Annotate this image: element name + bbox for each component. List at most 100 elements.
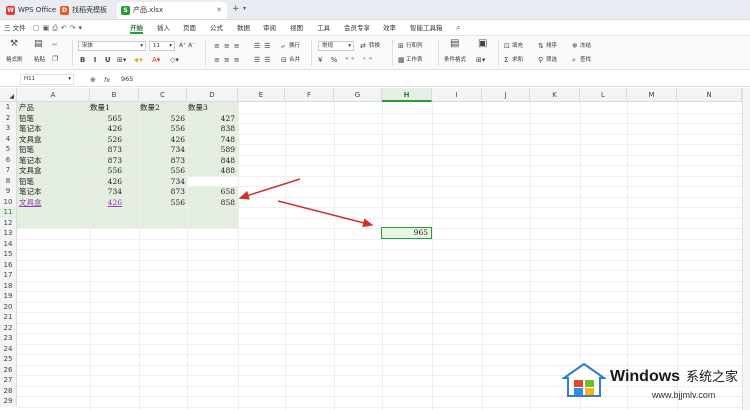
fill-label[interactable]: 填充 [512,42,523,50]
row-col-icon[interactable]: ⊞ [398,42,404,50]
menu-member[interactable]: 会员专享 [344,22,370,34]
template-icon: D [60,6,69,15]
find-icon[interactable]: ⌕ [572,56,576,64]
fill-icon[interactable]: ⊡ [504,42,510,50]
title-tab-bar: W WPS Office D 找稻壳模板 S 产品.xlsx ✕ + ▾ [0,0,750,20]
zoom-search-icon[interactable]: ⊕ [90,76,96,84]
ribbon-divider [311,40,312,66]
merge-label[interactable]: 合并 [289,56,300,64]
arrow-to-empty-cell [238,178,301,200]
align-top-icons[interactable]: ≡≡≡ [214,42,244,50]
brush-icon[interactable]: ⚒ [10,40,18,49]
sort-label[interactable]: 排序 [546,42,557,50]
chevron-down-icon: ▾ [140,43,143,49]
number-style-icons[interactable]: ¥ % ⁰⁰ ⁺⁰ [318,56,375,64]
close-tab-icon[interactable]: ✕ [216,2,222,19]
menu-smart-toolbox[interactable]: 智能工具箱 [410,22,443,34]
name-box[interactable]: H11 ▾ [20,74,74,85]
menu-insert[interactable]: 插入 [157,22,170,34]
ribbon-divider [498,40,499,66]
wrap-label[interactable]: 换行 [289,42,300,50]
watermark-cn: 系统之家 [686,370,739,385]
font-name-value: 宋体 [82,43,94,49]
quick-access-icons[interactable]: ▢▣⎙↶↷▾ [33,23,85,33]
number-format-value: 常规 [322,43,334,49]
menu-review[interactable]: 审阅 [263,22,276,34]
ribbon-divider [392,40,393,66]
menu-efficiency[interactable]: 效率 [383,22,396,34]
font-name-select[interactable]: 宋体 ▾ [78,41,146,51]
menu-home[interactable]: 开始 [130,22,143,34]
filter-label[interactable]: 筛选 [546,56,557,64]
worksheet-icon[interactable]: ▦ [398,56,405,64]
watermark-brand: Windows [610,368,681,385]
tab-list-chevron-icon[interactable]: ▾ [243,5,246,13]
fx-icon[interactable]: fx [104,76,110,84]
format-painter-label[interactable]: 格式刷 [6,56,23,64]
chevron-down-icon: ▾ [68,76,71,82]
worksheet-label[interactable]: 工作表 [406,56,423,64]
paste-icon[interactable]: ▤ [34,40,43,49]
table-style-icon[interactable]: ⊞▾ [476,56,485,64]
freeze-label[interactable]: 冻结 [580,42,591,50]
menu-tools[interactable]: 工具 [317,22,330,34]
ribbon-divider [438,40,439,66]
ribbon-divider [72,40,73,66]
merge-icon[interactable]: ⊟ [281,56,287,64]
row-col-label[interactable]: 行和列 [406,42,423,50]
conditional-format-icon[interactable]: ▤ [450,39,459,49]
wps-logo-icon: W [6,6,15,15]
clear-format-icon[interactable]: ◇▾ [170,56,179,64]
windows-house-logo-icon [562,362,606,397]
cell-style-icon[interactable]: ▣ [478,39,487,49]
convert-label[interactable]: 转换 [369,42,380,50]
tab-templates[interactable]: D 找稻壳模板 [56,2,114,19]
indent-icons[interactable]: ☰☰ [254,42,275,50]
paste-label[interactable]: 粘贴 [34,56,45,64]
ribbon: ⚒ 格式刷 ▤ 粘贴 ✂ ❐ 宋体 ▾ 11 ▾ A⁺ A⁻ B I U ⊞▾ … [0,36,750,70]
number-format-select[interactable]: 常规 ▾ [318,41,354,51]
watermark: Windows 系统之家 www.bjjmlv.com [560,360,750,410]
new-tab-icon[interactable]: + [232,4,240,14]
tab-wps-office[interactable]: W WPS Office [2,2,57,19]
tab-active-file[interactable]: S 产品.xlsx ✕ [117,2,227,19]
filter-icon[interactable]: ⚲ [538,56,543,64]
menu-file[interactable]: 三 文件 [4,22,26,34]
menu-formula[interactable]: 公式 [210,22,223,34]
tab-label: 产品.xlsx [133,6,164,14]
ribbon-divider [205,40,206,66]
sort-icon[interactable]: ⇅ [538,42,544,50]
fill-color-icon[interactable]: ◈▾ [134,56,143,64]
font-color-icon[interactable]: A▾ [152,56,160,64]
chevron-down-icon: ▾ [348,43,351,49]
border-icon[interactable]: ⊞▾ [117,56,126,64]
freeze-icon[interactable]: ❄ [572,42,578,50]
tab-label: 找稻壳模板 [72,6,107,14]
font-grow-icon[interactable]: A⁺ A⁻ [179,42,195,50]
align-horizontal-icons[interactable]: ≡≡≡ [214,56,244,64]
watermark-url: www.bjjmlv.com [652,390,716,400]
sum-icon[interactable]: Σ [504,56,508,64]
menu-data[interactable]: 数据 [237,22,250,34]
font-size-select[interactable]: 11 ▾ [149,41,175,51]
menu-view[interactable]: 视图 [290,22,303,34]
font-size-value: 11 [153,43,160,49]
bold-italic-underline-icons[interactable]: B I U [80,56,114,64]
distribute-icons[interactable]: ☰☰ [254,56,275,64]
cut-icon[interactable]: ✂ [52,41,58,49]
chevron-down-icon: ▾ [169,43,172,49]
tab-label: WPS Office [18,6,57,14]
search-icon[interactable]: ⌕ [456,22,460,33]
formula-value[interactable]: 965 [121,75,133,83]
arrow-to-result-cell [277,200,374,228]
conditional-format-label[interactable]: 条件格式 [444,56,466,64]
wrap-icon[interactable]: ⤶ [281,42,285,50]
menu-bar: 三 文件 ▢▣⎙↶↷▾ 开始 插入 页面 公式 数据 审阅 视图 工具 会员专享… [0,20,750,36]
copy-icon[interactable]: ❐ [52,55,58,63]
find-label[interactable]: 查找 [580,56,591,64]
menu-page[interactable]: 页面 [183,22,196,34]
convert-icon[interactable]: ⇄ [360,42,366,50]
sum-label[interactable]: 求和 [512,56,523,64]
name-box-value: H11 [24,76,36,82]
formula-bar: H11 ▾ ⊕ fx 965 [0,71,750,87]
